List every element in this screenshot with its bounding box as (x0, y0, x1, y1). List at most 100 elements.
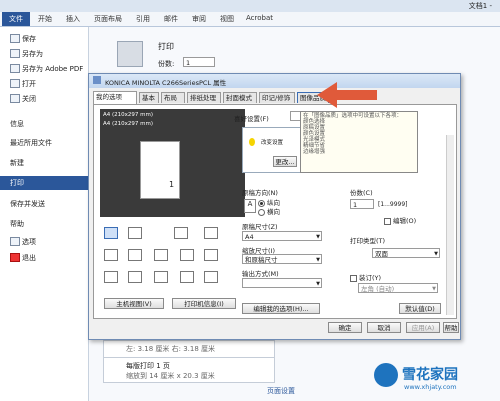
printer-icon[interactable] (117, 41, 143, 67)
watermark-brand: 雪花家园 (402, 367, 458, 383)
collate-checkbox[interactable]: 编辑(O) (384, 215, 416, 225)
tray-icon[interactable] (104, 271, 118, 283)
help-button[interactable]: 帮助 (443, 322, 459, 333)
watermark-logo-icon (374, 363, 398, 387)
preview-page: 1 (140, 141, 180, 199)
print-type-select[interactable]: 双面 ▼ (372, 248, 440, 258)
duplex-icon[interactable] (104, 227, 118, 239)
tab-layout[interactable]: 布局 (161, 92, 185, 103)
zoom-select[interactable]: 和原稿尺寸 ▼ (242, 254, 322, 264)
watermark-url: www.xhjaty.com (404, 383, 457, 391)
quality-icon[interactable] (128, 249, 142, 261)
copies-dialog-label: 份数(C) (350, 189, 373, 197)
preview-size-b: A4 (210x297 mm) (103, 121, 154, 127)
sort-icon[interactable] (204, 271, 218, 283)
paper-size-select[interactable]: A4 ▼ (242, 231, 322, 241)
exit-icon (10, 253, 20, 262)
print-type-label: 打印类型(T) (350, 237, 386, 245)
cover-icon[interactable] (180, 271, 194, 283)
copies-label: 份数: (158, 60, 175, 68)
favorites-info-box: 改变设置 更改... (242, 127, 302, 173)
tab-mailings[interactable]: 邮件 (164, 14, 178, 24)
output-select[interactable]: ▼ (242, 278, 322, 288)
pages-per-sheet-option[interactable]: 每版打印 1 页 缩放到 14 厘米 x 20.3 厘米 (103, 357, 275, 383)
page-number-icon: 1 (169, 180, 175, 189)
tab-basic[interactable]: 基本 (139, 92, 159, 103)
secure-print-icon[interactable] (154, 271, 168, 283)
tab-view[interactable]: 视图 (220, 14, 234, 24)
copies-dialog-input[interactable]: 1 (350, 199, 374, 209)
tab-page-layout[interactable]: 页面布局 (94, 14, 122, 24)
menu-recent[interactable]: 最近所用文件 (10, 138, 52, 148)
tab-references[interactable]: 引用 (136, 14, 150, 24)
menu-close[interactable]: 关闭 (22, 94, 36, 104)
save-icon (10, 34, 20, 43)
menu-save-pdf[interactable]: 另存为 Adobe PDF (22, 64, 83, 74)
punch-icon[interactable] (174, 227, 188, 239)
page-setup-link[interactable]: 页面设置 (267, 386, 295, 396)
dialog-title: KONICA MINOLTA C266SeriesPCL 属性 (105, 79, 227, 87)
color-icon[interactable] (104, 249, 118, 261)
tab-acrobat[interactable]: Acrobat (246, 14, 273, 22)
preview-area: A4 (210x297 mm) A4 (210x297 mm) 1 (100, 109, 245, 217)
toner-icon[interactable] (204, 249, 218, 261)
output-label: 输出方式(M) (242, 270, 279, 278)
booklet-icon[interactable] (154, 249, 168, 261)
preview-size-a: A4 (210x297 mm) (103, 112, 154, 118)
tab-file[interactable]: 文件 (2, 12, 30, 26)
edit-my-options-button[interactable]: 编辑我的选项(H)... (242, 303, 320, 314)
info-text: 改变设置 (261, 140, 284, 146)
open-icon (10, 79, 20, 88)
watermark-icon[interactable] (180, 249, 194, 261)
image-quality-tooltip: 在「图像品质」选项中可设置以下各项： 颜色选择 原稿设置 颜色设置 光泽模式 精… (300, 111, 418, 173)
tab-review[interactable]: 审阅 (192, 14, 206, 24)
menu-save-as[interactable]: 另存为 (22, 49, 43, 59)
pdf-icon (10, 64, 20, 73)
defaults-button[interactable]: 默认值(D) (399, 303, 441, 314)
tab-home[interactable]: 开始 (38, 14, 52, 24)
menu-open[interactable]: 打开 (22, 79, 36, 89)
window-title: 文档1 - (468, 2, 492, 10)
menu-exit[interactable]: 退出 (22, 253, 36, 263)
tooltip-line: 边缘增强 (303, 149, 326, 155)
menu-new[interactable]: 新建 (10, 158, 24, 168)
printer-view-button[interactable]: 主机视图(V) (104, 298, 164, 309)
apply-button[interactable]: 应用(A) (406, 322, 440, 333)
menu-help[interactable]: 帮助 (10, 219, 24, 229)
panel-scrollbar[interactable] (446, 135, 454, 315)
tab-paper[interactable]: 排纸处理 (187, 92, 221, 103)
menu-info[interactable]: 信息 (10, 119, 24, 129)
menu-save[interactable]: 保存 (22, 34, 36, 44)
staple-checkbox[interactable]: 装订(Y) (350, 272, 381, 282)
copies-input[interactable]: 1 (183, 57, 215, 67)
output-tray-icon[interactable] (128, 271, 142, 283)
menu-options[interactable]: 选项 (22, 237, 36, 247)
save-as-icon (10, 49, 20, 58)
ok-button[interactable]: 确定 (328, 322, 362, 333)
fold-icon[interactable] (204, 227, 218, 239)
backstage-menu: 保存 另存为 另存为 Adobe PDF 打开 关闭 信息 最近所用文件 新建 … (0, 27, 89, 401)
dialog-titlebar: KONICA MINOLTA C266SeriesPCL 属性 (89, 74, 460, 88)
close-doc-icon (10, 94, 20, 103)
tab-stamp[interactable]: 印记/修饰 (259, 92, 295, 103)
orientation-label: 原稿方向(N) (242, 189, 278, 197)
cancel-button[interactable]: 取消 (367, 322, 401, 333)
menu-save-send[interactable]: 保存并发送 (10, 199, 45, 209)
staple-select[interactable]: 左角 (自动) ▼ (358, 283, 438, 293)
lightbulb-icon (249, 138, 255, 146)
tab-insert[interactable]: 插入 (66, 14, 80, 24)
annotation-arrow-icon (317, 82, 377, 108)
options-icon (10, 237, 20, 246)
paper-size-label: 原稿尺寸(Z) (242, 223, 278, 231)
menu-print[interactable]: 打印 (0, 176, 88, 190)
change-button[interactable]: 更改... (273, 156, 297, 167)
ribbon-tabs: 开始 插入 页面布局 引用 邮件 审阅 视图 Acrobat (0, 12, 500, 27)
tab-my-options[interactable]: 我的选项 (93, 91, 137, 104)
orientation-preview-icon: A (244, 199, 256, 213)
favorites-label: 喜好设置(F) (234, 115, 269, 123)
printer-info-button[interactable]: 打印机信息(I) (172, 298, 236, 309)
dialog-tabs: 我的选项 基本 布局 排纸处理 封面模式 印记/修饰 图像品质 (93, 91, 453, 104)
landscape-radio[interactable]: 横向 (258, 206, 280, 216)
staple-icon[interactable] (128, 227, 142, 239)
tab-cover[interactable]: 封面模式 (223, 92, 257, 103)
